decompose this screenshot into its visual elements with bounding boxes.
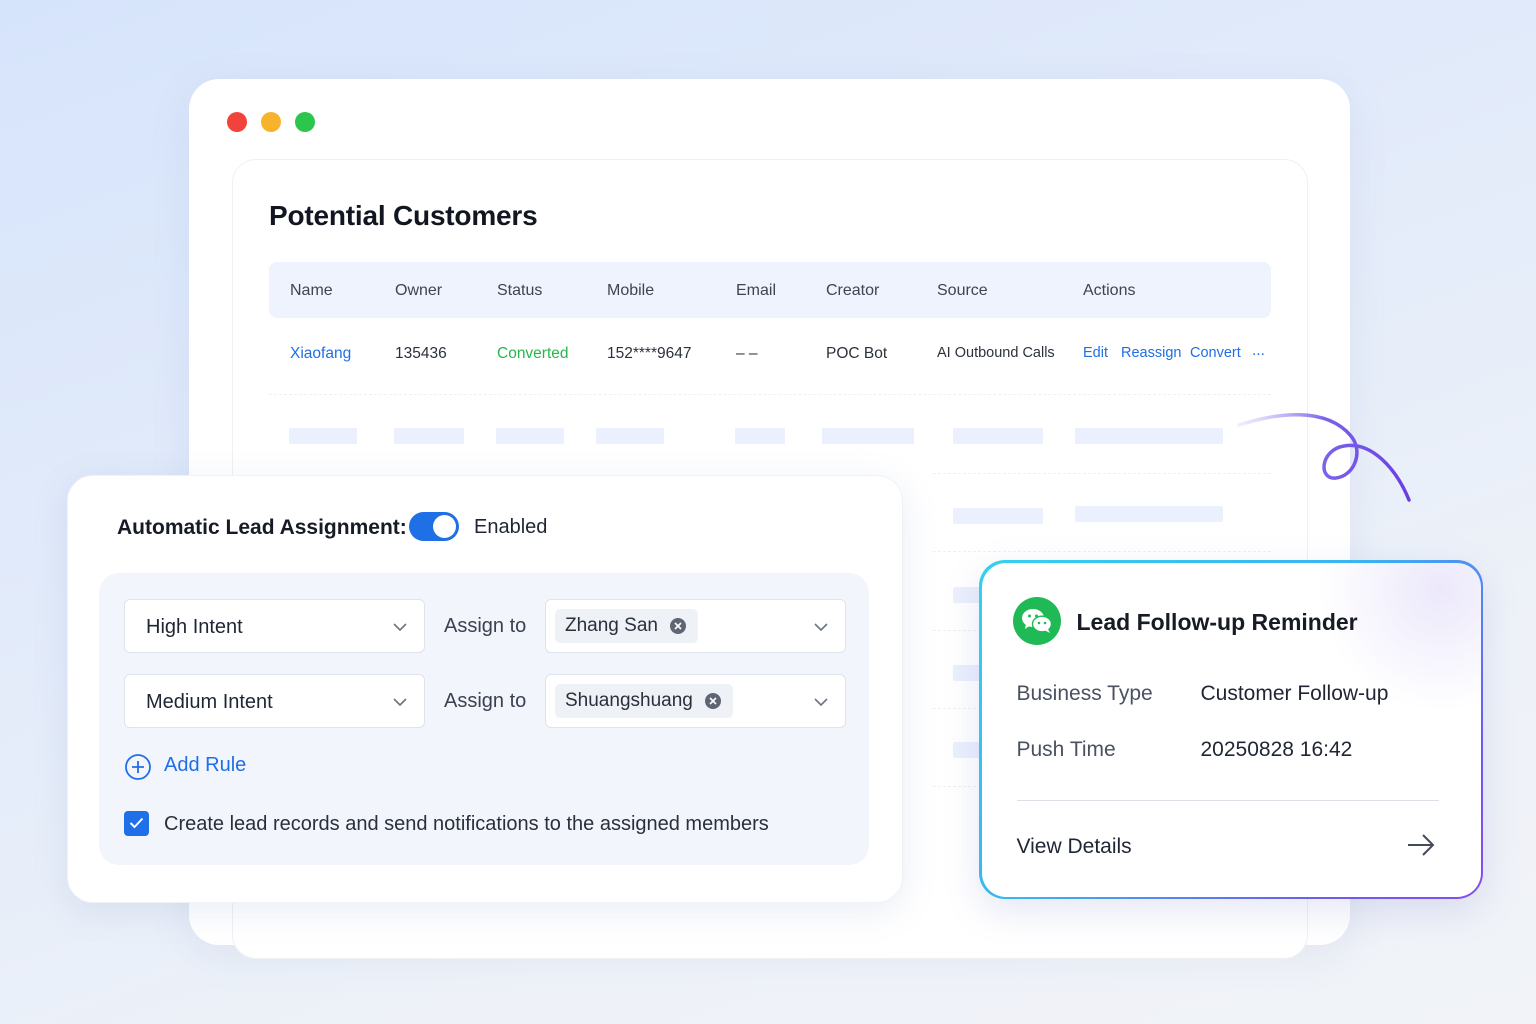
- assign-to-label: Assign to: [444, 690, 527, 712]
- column-header-actions: Actions: [1083, 282, 1136, 299]
- skeleton-cell: [953, 428, 1043, 444]
- page-title: Potential Customers: [269, 200, 538, 231]
- minimize-window-button[interactable]: [261, 112, 281, 132]
- column-header-email[interactable]: Email: [736, 282, 776, 300]
- reminder-card-border: Lead Follow-up Reminder Business Type Cu…: [979, 560, 1483, 899]
- chevron-down-icon: [393, 698, 407, 707]
- skeleton-cell: [953, 508, 1043, 524]
- skeleton-cell: [289, 428, 357, 444]
- maximize-window-button[interactable]: [295, 112, 315, 132]
- cell-owner: 135436: [395, 345, 447, 362]
- skeleton-cell: [1075, 506, 1223, 522]
- column-header-creator[interactable]: Creator: [826, 282, 879, 300]
- window-controls: [227, 112, 315, 132]
- row-divider: [933, 473, 1271, 474]
- table-row: Xiaofang 135436 Converted 152****9647 – …: [269, 330, 1271, 386]
- wechat-icon: [1012, 596, 1061, 645]
- notify-checkbox[interactable]: [124, 811, 149, 836]
- view-details-link[interactable]: View Details: [1017, 835, 1132, 859]
- reassign-action-link[interactable]: Reassign: [1121, 345, 1181, 361]
- column-header-mobile[interactable]: Mobile: [607, 282, 654, 300]
- add-rule-label: Add Rule: [164, 754, 247, 776]
- decorative-squiggle: [1237, 413, 1411, 502]
- skeleton-cell: [822, 428, 914, 444]
- assignment-rules-panel: High Intent Assign to Zhang San Medium I…: [99, 573, 869, 865]
- assignee-tag: Zhang San: [555, 609, 698, 643]
- arrow-right-icon[interactable]: [1406, 832, 1436, 858]
- reminder-title: Lead Follow-up Reminder: [1076, 608, 1358, 635]
- cell-source: AI Outbound Calls: [937, 345, 1055, 361]
- auto-assign-toggle[interactable]: [409, 512, 459, 541]
- more-actions-button[interactable]: ...: [1252, 342, 1265, 360]
- column-header-status[interactable]: Status: [497, 282, 542, 300]
- notify-checkbox-label: Create lead records and send notificatio…: [164, 813, 769, 835]
- column-header-source[interactable]: Source: [937, 282, 988, 300]
- edit-action-link[interactable]: Edit: [1083, 345, 1108, 361]
- assignee-tag-label: Zhang San: [565, 615, 658, 636]
- chevron-down-icon: [814, 698, 828, 707]
- assignee-tag-label: Shuangshuang: [565, 690, 693, 711]
- remove-tag-icon[interactable]: [704, 693, 721, 709]
- cell-status: Converted: [497, 345, 569, 362]
- intent-select-value: Medium Intent: [146, 691, 273, 713]
- push-time-value: 20250828 16:42: [1200, 737, 1353, 761]
- column-header-owner[interactable]: Owner: [395, 282, 442, 300]
- cell-email: – –: [736, 345, 758, 362]
- skeleton-cell: [496, 428, 564, 444]
- column-header-name[interactable]: Name: [290, 282, 333, 300]
- cell-name-link[interactable]: Xiaofang: [290, 345, 351, 363]
- cell-mobile: 152****9647: [607, 345, 692, 362]
- intent-select-value: High Intent: [146, 616, 243, 638]
- cell-creator: POC Bot: [826, 345, 888, 362]
- divider: [1016, 799, 1439, 801]
- checkmark-icon: [129, 817, 144, 829]
- skeleton-cell: [1075, 428, 1223, 444]
- business-type-label: Business Type: [1016, 681, 1153, 705]
- plus-circle-icon: [125, 754, 151, 780]
- assign-to-label: Assign to: [444, 615, 527, 637]
- assignee-tag: Shuangshuang: [555, 684, 733, 718]
- skeleton-cell: [596, 428, 664, 444]
- lead-assignment-card: Automatic Lead Assignment: Enabled High …: [67, 475, 903, 903]
- convert-action-link[interactable]: Convert: [1190, 345, 1241, 361]
- chevron-down-icon: [393, 623, 407, 632]
- chevron-down-icon: [814, 623, 828, 632]
- toggle-status-label: Enabled: [474, 516, 548, 538]
- row-divider: [933, 551, 1271, 552]
- lead-assignment-title: Automatic Lead Assignment:: [117, 516, 407, 539]
- skeleton-cell: [735, 428, 785, 444]
- assignee-select-1[interactable]: Zhang San: [545, 599, 846, 653]
- lead-follow-up-reminder-card: Lead Follow-up Reminder Business Type Cu…: [981, 562, 1481, 897]
- push-time-label: Push Time: [1016, 737, 1116, 761]
- table-header: Name Owner Status Mobile Email Creator S…: [269, 262, 1271, 318]
- assignee-select-2[interactable]: Shuangshuang: [545, 674, 846, 728]
- row-divider: [269, 394, 1271, 395]
- toggle-knob: [433, 515, 456, 538]
- intent-select-high[interactable]: High Intent: [124, 599, 425, 653]
- skeleton-cell: [394, 428, 464, 444]
- close-window-button[interactable]: [227, 112, 247, 132]
- intent-select-medium[interactable]: Medium Intent: [124, 674, 425, 728]
- business-type-value: Customer Follow-up: [1200, 681, 1389, 705]
- remove-tag-icon[interactable]: [669, 618, 686, 634]
